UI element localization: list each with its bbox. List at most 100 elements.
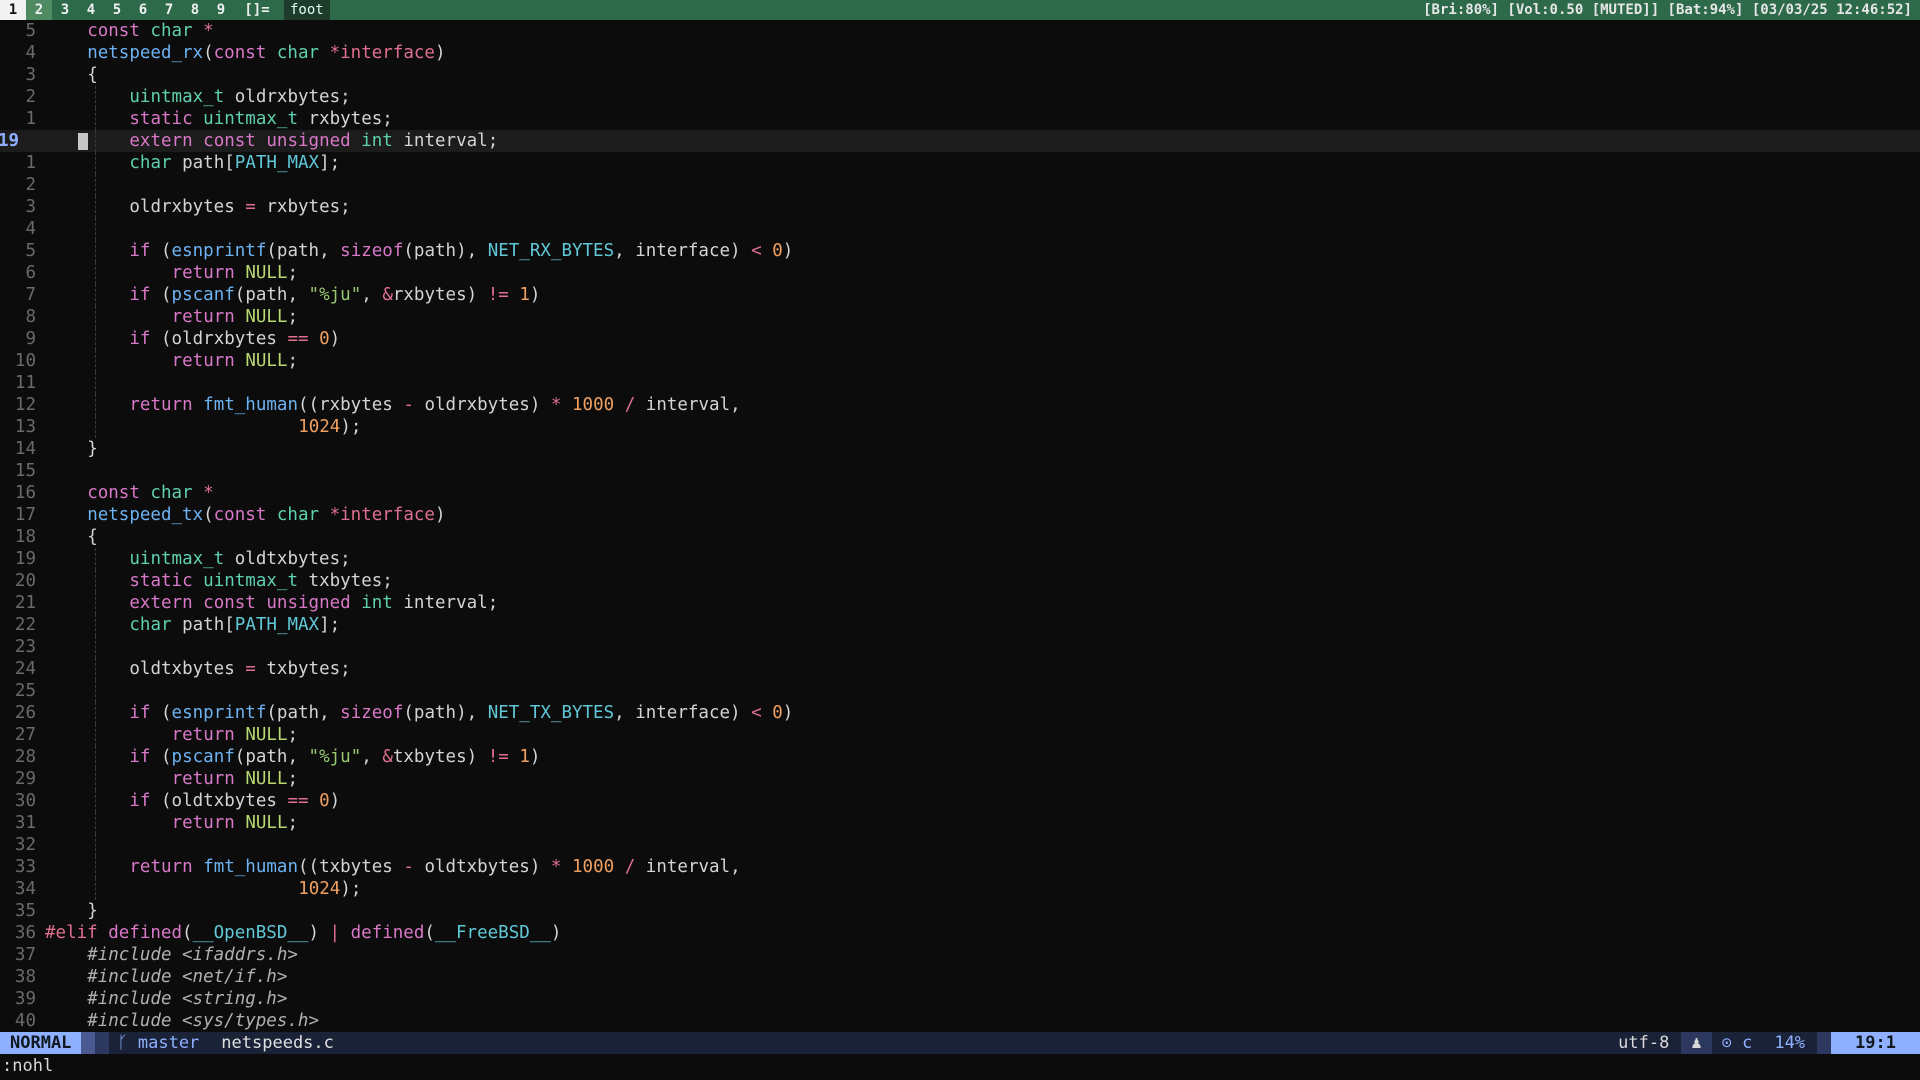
- indent-guide: [95, 350, 96, 372]
- code-line[interactable]: 4: [0, 218, 1920, 240]
- workspace-tag-6[interactable]: 6: [130, 0, 156, 20]
- indent-guide: [95, 548, 96, 570]
- line-number: 39: [14, 989, 36, 1009]
- code-line[interactable]: 38 #include <net/if.h>: [0, 966, 1920, 988]
- code-line[interactable]: 39 #include <string.h>: [0, 988, 1920, 1010]
- code-line[interactable]: 19 extern const unsigned int interval;: [0, 130, 1920, 152]
- code-line[interactable]: 11: [0, 372, 1920, 394]
- code-line[interactable]: 2 uintmax_t oldrxbytes;: [0, 86, 1920, 108]
- window-title: foot: [284, 0, 330, 20]
- layout-indicator[interactable]: []=: [238, 0, 276, 20]
- code-line[interactable]: 23: [0, 636, 1920, 658]
- code-line[interactable]: 40 #include <sys/types.h>: [0, 1010, 1920, 1032]
- line-number: 6: [25, 263, 36, 283]
- code-text: #include <sys/types.h>: [87, 1011, 319, 1031]
- code-text: extern const unsigned int interval;: [129, 131, 499, 151]
- branch-name: master: [137, 1033, 200, 1053]
- line-number: 19: [14, 549, 36, 569]
- code-line[interactable]: 14}: [0, 438, 1920, 460]
- code-line[interactable]: 6 return NULL;: [0, 262, 1920, 284]
- workspace-tag-9[interactable]: 9: [208, 0, 234, 20]
- code-line[interactable]: 36 #elif defined(__OpenBSD__) | defined(_…: [0, 922, 1920, 944]
- filetype: c: [1742, 1033, 1753, 1053]
- code-line[interactable]: 1 static uintmax_t rxbytes;: [0, 108, 1920, 130]
- command-line[interactable]: :nohl: [0, 1054, 1920, 1080]
- code-line[interactable]: 21 extern const unsigned int interval;: [0, 592, 1920, 614]
- indent-guide: [95, 724, 96, 746]
- code-line[interactable]: 35}: [0, 900, 1920, 922]
- line-number: 10: [14, 351, 36, 371]
- line-number: 12: [14, 395, 36, 415]
- code-line[interactable]: 16 const char *: [0, 482, 1920, 504]
- code-text: oldtxbytes = txbytes;: [129, 659, 351, 679]
- line-number: 30: [14, 791, 36, 811]
- text-cursor: [78, 133, 88, 150]
- code-line[interactable]: 32: [0, 834, 1920, 856]
- indent-guide: [95, 394, 96, 416]
- statusline: NORMAL ᚴ master netspeeds.c utf-8 ♟ ⊙ c …: [0, 1032, 1920, 1054]
- line-number: 29: [14, 769, 36, 789]
- code-text: return NULL;: [171, 307, 299, 327]
- code-line[interactable]: 7 if (pscanf(path, "%ju", &rxbytes) != 1): [0, 284, 1920, 306]
- workspace-tag-4[interactable]: 4: [78, 0, 104, 20]
- code-text: if (pscanf(path, "%ju", &txbytes) != 1): [129, 747, 541, 767]
- line-number: 31: [14, 813, 36, 833]
- code-line[interactable]: 31 return NULL;: [0, 812, 1920, 834]
- code-line[interactable]: 10 return NULL;: [0, 350, 1920, 372]
- workspace-tag-5[interactable]: 5: [104, 0, 130, 20]
- code-line[interactable]: 37 #include <ifaddrs.h>: [0, 944, 1920, 966]
- cursor-position: 19:1: [1831, 1032, 1920, 1054]
- line-number: 37: [14, 945, 36, 965]
- code-line[interactable]: 20 static uintmax_t txbytes;: [0, 570, 1920, 592]
- line-number: 38: [14, 967, 36, 987]
- code-line[interactable]: 9 if (oldrxbytes == 0): [0, 328, 1920, 350]
- code-text: return fmt_human((rxbytes - oldrxbytes) …: [129, 395, 741, 415]
- code-line[interactable]: 5 if (esnprintf(path, sizeof(path), NET_R…: [0, 240, 1920, 262]
- system-status: [Bri:80%] [Vol:0.50 [MUTED]] [Bat:94%] […: [1423, 2, 1912, 18]
- code-line[interactable]: 12 return fmt_human((rxbytes - oldrxbytes…: [0, 394, 1920, 416]
- code-line[interactable]: 26 if (esnprintf(path, sizeof(path), NET_…: [0, 702, 1920, 724]
- mode-indicator: NORMAL: [0, 1032, 82, 1054]
- code-line[interactable]: 29 return NULL;: [0, 768, 1920, 790]
- indent-guide: [95, 152, 96, 174]
- indent-guide: [95, 746, 96, 768]
- code-line[interactable]: 25: [0, 680, 1920, 702]
- line-number: 20: [14, 571, 36, 591]
- code-editor[interactable]: 5 const char * 4 netspeed_rx(const char *in…: [0, 20, 1920, 1032]
- code-line[interactable]: 1 char path[PATH_MAX];: [0, 152, 1920, 174]
- code-line[interactable]: 17 netspeed_tx(const char *interface): [0, 504, 1920, 526]
- code-text: #elif defined(__OpenBSD__) | defined(__F…: [45, 923, 562, 943]
- line-number: 1: [25, 153, 36, 173]
- workspace-tag-1[interactable]: 1: [0, 0, 26, 20]
- code-line[interactable]: 34 1024);: [0, 878, 1920, 900]
- code-line[interactable]: 27 return NULL;: [0, 724, 1920, 746]
- workspace-tag-2[interactable]: 2: [26, 0, 52, 20]
- code-text: if (pscanf(path, "%ju", &rxbytes) != 1): [129, 285, 541, 305]
- code-line[interactable]: 5 const char *: [0, 20, 1920, 42]
- workspace-tag-8[interactable]: 8: [182, 0, 208, 20]
- code-line[interactable]: 8 return NULL;: [0, 306, 1920, 328]
- code-line[interactable]: 4 netspeed_rx(const char *interface): [0, 42, 1920, 64]
- code-line[interactable]: 28 if (pscanf(path, "%ju", &txbytes) != 1…: [0, 746, 1920, 768]
- code-line[interactable]: 2: [0, 174, 1920, 196]
- code-line[interactable]: 13 1024);: [0, 416, 1920, 438]
- code-line[interactable]: 3{: [0, 64, 1920, 86]
- code-line[interactable]: 3 oldrxbytes = rxbytes;: [0, 196, 1920, 218]
- indent-guide: [95, 262, 96, 284]
- code-text: static uintmax_t rxbytes;: [129, 109, 393, 129]
- code-text: return NULL;: [171, 351, 299, 371]
- code-line[interactable]: 24 oldtxbytes = txbytes;: [0, 658, 1920, 680]
- workspace-tag-3[interactable]: 3: [52, 0, 78, 20]
- code-text: const char *: [87, 21, 214, 41]
- indent-guide: [95, 306, 96, 328]
- indent-guide: [95, 196, 96, 218]
- code-line[interactable]: 22 char path[PATH_MAX];: [0, 614, 1920, 636]
- code-line[interactable]: 33 return fmt_human((txbytes - oldtxbytes…: [0, 856, 1920, 878]
- code-line[interactable]: 15: [0, 460, 1920, 482]
- code-line[interactable]: 30 if (oldtxbytes == 0): [0, 790, 1920, 812]
- code-line[interactable]: 19 uintmax_t oldtxbytes;: [0, 548, 1920, 570]
- c-lang-icon: ⊙: [1721, 1033, 1732, 1053]
- workspace-tag-7[interactable]: 7: [156, 0, 182, 20]
- line-number: 1: [25, 109, 36, 129]
- code-line[interactable]: 18 {: [0, 526, 1920, 548]
